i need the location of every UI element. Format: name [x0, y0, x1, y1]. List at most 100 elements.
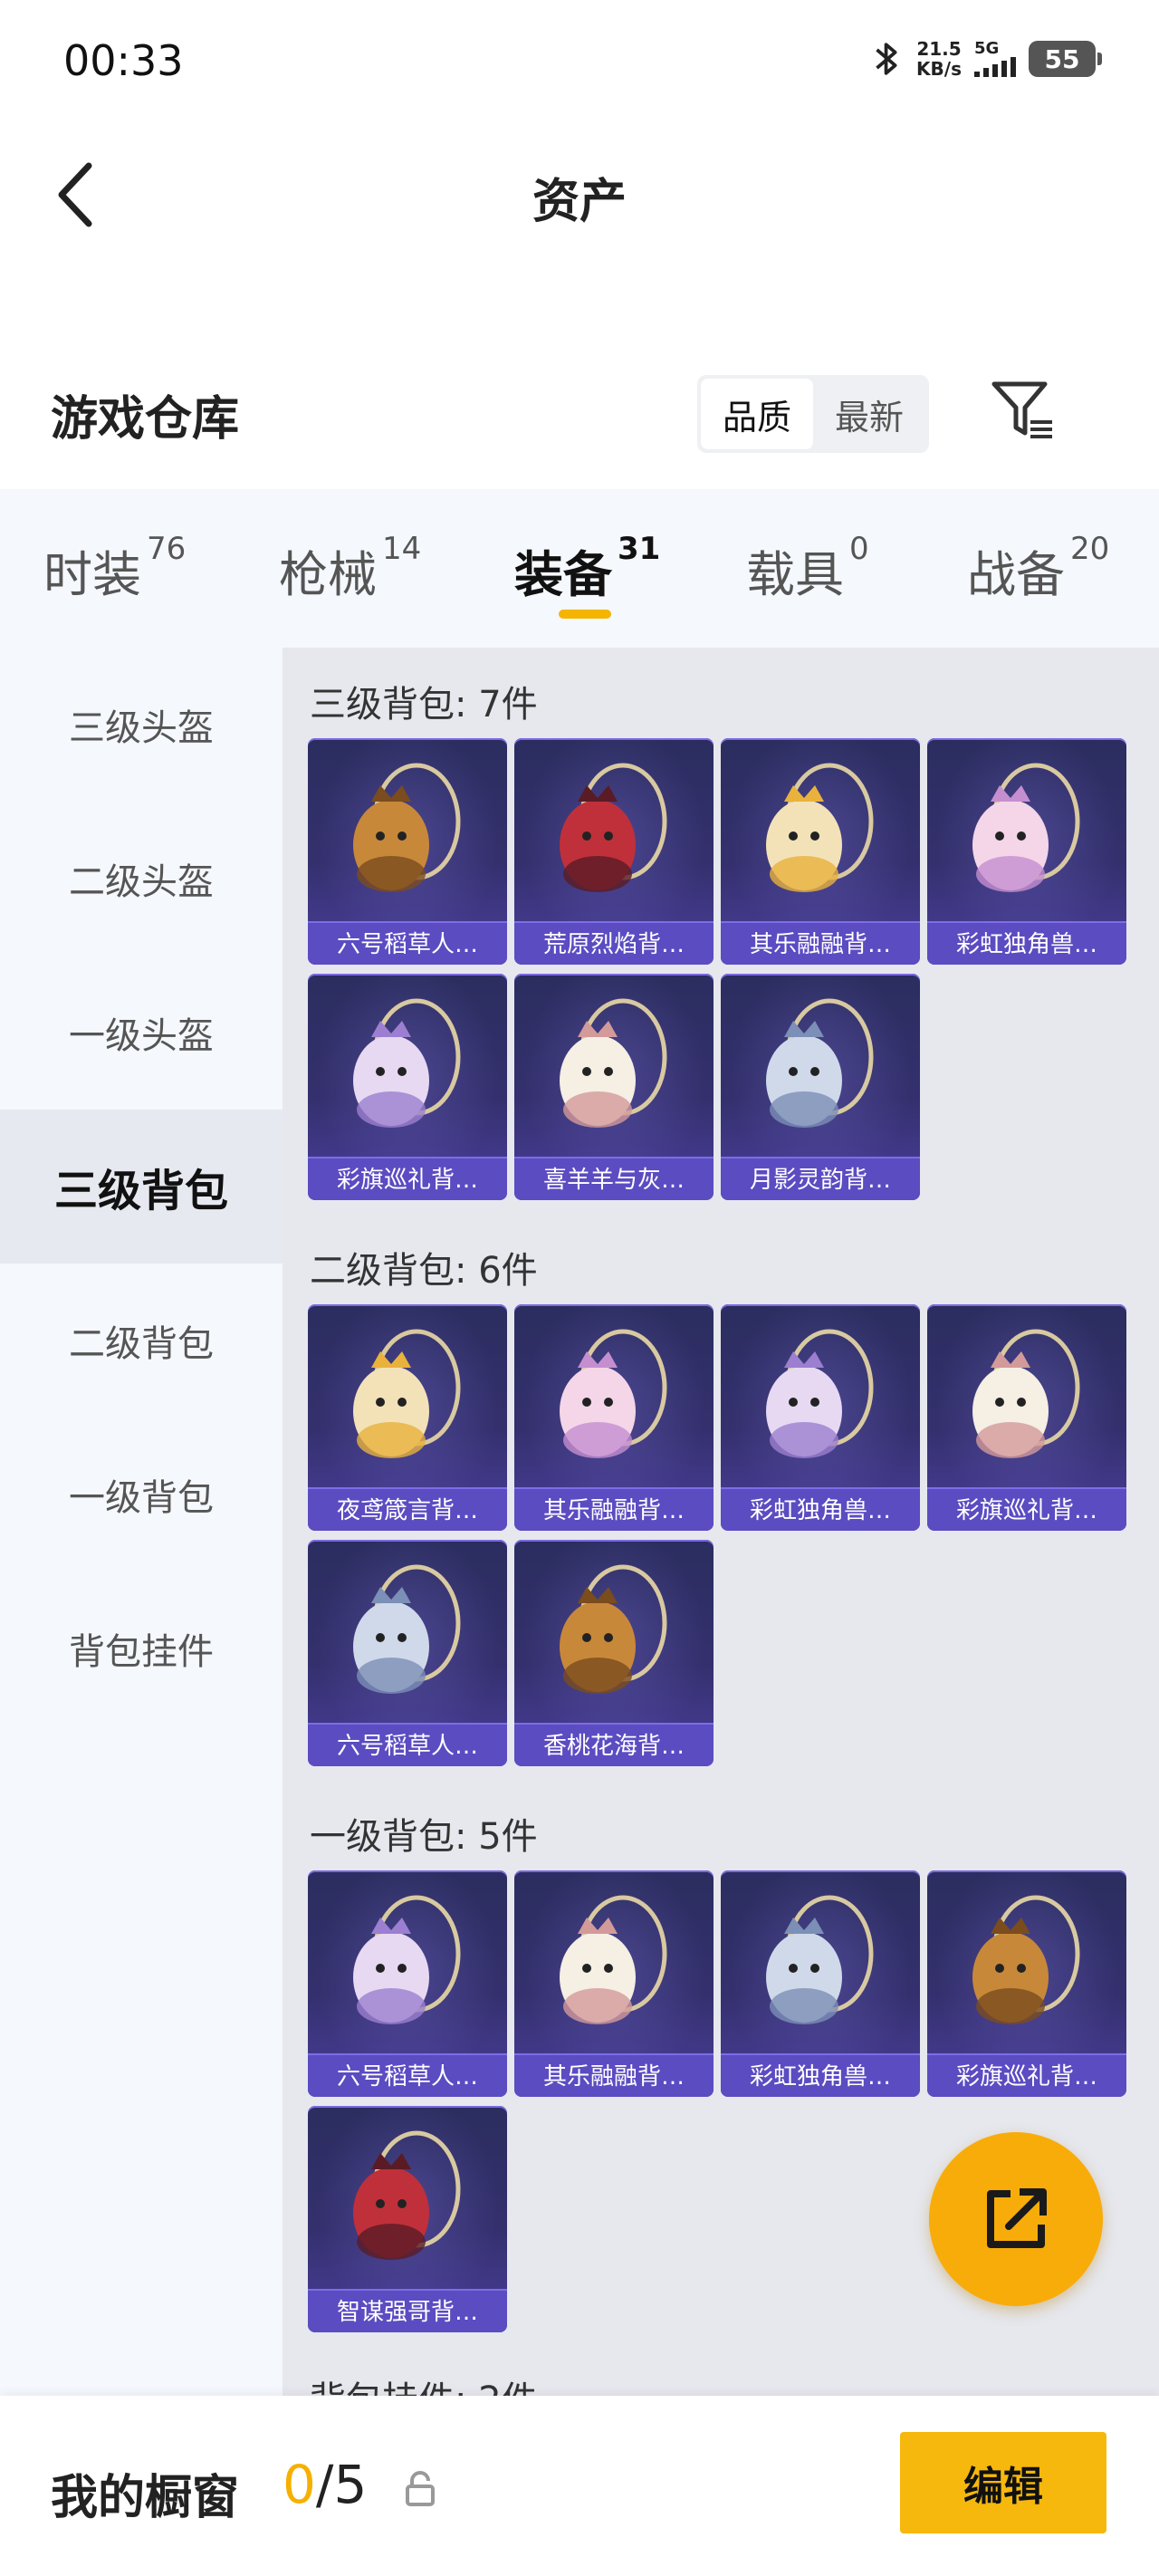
- backpack-icon: [353, 763, 461, 892]
- sidebar-item-helmet-2[interactable]: 二级头盔: [0, 802, 283, 956]
- tab-label: 枪械: [279, 546, 377, 603]
- filter-button[interactable]: [987, 373, 1059, 446]
- backpack-icon: [353, 998, 461, 1128]
- tab-weapons[interactable]: 枪械 14: [279, 531, 421, 606]
- filter-icon: [991, 381, 1052, 438]
- sidebar-item-helmet-3[interactable]: 三级头盔: [0, 648, 283, 802]
- sidebar-item-backpack-3[interactable]: 三级背包: [0, 1110, 283, 1264]
- share-fab-button[interactable]: [929, 2132, 1103, 2306]
- chevron-left-icon: [58, 162, 92, 227]
- backpack-icon: [766, 1895, 874, 2024]
- sort-toggle: 品质 最新: [697, 375, 929, 453]
- net-speed: 21.5 KB/s: [916, 39, 962, 79]
- item-name: 荒原烈焰背…: [514, 921, 714, 965]
- page-title: 资产: [532, 175, 627, 229]
- warehouse-title: 游戏仓库: [51, 392, 240, 447]
- item-card[interactable]: 彩虹独角兽…: [927, 738, 1126, 965]
- item-name: 喜羊羊与灰…: [514, 1157, 714, 1200]
- net-speed-value: 21.5: [916, 38, 962, 60]
- backpack-icon: [353, 1329, 461, 1458]
- item-card[interactable]: 彩旗巡礼背…: [308, 974, 507, 1200]
- sidebar-item-backpack-1[interactable]: 一级背包: [0, 1418, 283, 1572]
- tab-label: 战备: [967, 546, 1065, 603]
- item-name: 彩旗巡礼背…: [308, 1157, 507, 1200]
- section-title: 一级背包: 5件: [310, 1816, 538, 1858]
- backpack-icon: [766, 1329, 874, 1458]
- item-name: 彩虹独角兽…: [721, 1487, 920, 1531]
- tab-count: 20: [1070, 531, 1110, 567]
- item-card[interactable]: 彩虹独角兽…: [721, 1304, 920, 1531]
- backpack-icon: [972, 763, 1080, 892]
- section-title: 二级背包: 6件: [310, 1250, 538, 1292]
- tab-count: 31: [618, 531, 661, 567]
- item-name: 彩虹独角兽…: [927, 921, 1126, 965]
- edit-button[interactable]: 编辑: [900, 2432, 1106, 2533]
- item-name: 其乐融融背…: [721, 921, 920, 965]
- battery-icon: 55: [1029, 41, 1102, 77]
- item-name: 彩旗巡礼背…: [927, 1487, 1126, 1531]
- active-tab-indicator: [559, 610, 611, 619]
- item-card[interactable]: 夜鸢箴言背…: [308, 1304, 507, 1531]
- item-card[interactable]: 荒原烈焰背…: [514, 738, 714, 965]
- item-card[interactable]: 其乐融融背…: [514, 1870, 714, 2097]
- item-card[interactable]: 彩虹独角兽…: [721, 1870, 920, 2097]
- backpack-icon: [353, 1564, 461, 1694]
- backpack-icon: [766, 763, 874, 892]
- showcase-count: 0/5: [283, 2454, 367, 2515]
- showcase-bar: 我的橱窗 0/5 编辑: [0, 2396, 1159, 2576]
- backpack-icon: [766, 998, 874, 1128]
- tab-equipment[interactable]: 装备 31: [514, 531, 661, 606]
- category-tabs: 时装 76 枪械 14 装备 31 载具 0 战备 20: [0, 489, 1159, 648]
- warehouse-header: 游戏仓库 品质 最新: [0, 353, 1159, 480]
- lock-icon: [406, 2471, 435, 2506]
- backpack-icon: [560, 1895, 667, 2024]
- sort-option-quality[interactable]: 品质: [701, 379, 813, 449]
- backpack-icon: [972, 1895, 1080, 2024]
- showcase-max: 5: [333, 2454, 368, 2515]
- sidebar-item-backpack-2[interactable]: 二级背包: [0, 1264, 283, 1418]
- sidebar-item-helmet-1[interactable]: 一级头盔: [0, 956, 283, 1110]
- nav-bar: 资产: [0, 127, 1159, 263]
- sidebar: 三级头盔 二级头盔 一级头盔 三级背包 二级背包 一级背包 背包挂件: [0, 648, 283, 2396]
- item-name: 彩虹独角兽…: [721, 2053, 920, 2097]
- item-card[interactable]: 香桃花海背…: [514, 1540, 714, 1766]
- item-name: 夜鸢箴言背…: [308, 1487, 507, 1531]
- item-card[interactable]: 六号稻草人…: [308, 738, 507, 965]
- item-card[interactable]: 彩旗巡礼背…: [927, 1870, 1126, 2097]
- status-icons: 21.5 KB/s 5G 55: [871, 38, 1102, 80]
- signal-icon: 5G: [974, 41, 1016, 77]
- tab-supplies[interactable]: 战备 20: [967, 531, 1110, 606]
- showcase-title: 我的橱窗: [51, 2471, 240, 2525]
- item-card[interactable]: 彩旗巡礼背…: [927, 1304, 1126, 1531]
- item-name: 香桃花海背…: [514, 1723, 714, 1766]
- item-card[interactable]: 六号稻草人…: [308, 1540, 507, 1766]
- item-card[interactable]: 智谋强哥背…: [308, 2106, 507, 2332]
- tab-vehicles[interactable]: 载具 0: [746, 531, 869, 606]
- backpack-icon: [560, 998, 667, 1128]
- item-name: 彩旗巡礼背…: [927, 2053, 1126, 2097]
- item-name: 其乐融融背…: [514, 2053, 714, 2097]
- item-card[interactable]: 其乐融融背…: [514, 1304, 714, 1531]
- tab-label: 装备: [514, 546, 612, 603]
- section-title: 三级背包: 7件: [310, 684, 538, 726]
- section-title: 背包挂件: 2件: [310, 2370, 538, 2396]
- showcase-separator: /: [315, 2454, 334, 2515]
- status-bar: 00:33 21.5 KB/s 5G 55: [0, 0, 1159, 127]
- tab-label: 时装: [43, 546, 141, 603]
- sort-option-newest[interactable]: 最新: [813, 379, 925, 449]
- backpack-icon: [972, 1329, 1080, 1458]
- sidebar-item-backpack-charm[interactable]: 背包挂件: [0, 1572, 283, 1725]
- tab-count: 76: [147, 531, 187, 567]
- export-icon: [987, 2188, 1047, 2248]
- tab-fashion[interactable]: 时装 76: [43, 531, 187, 606]
- item-name: 六号稻草人…: [308, 1723, 507, 1766]
- net-speed-unit: KB/s: [916, 58, 962, 80]
- item-card[interactable]: 月影灵韵背…: [721, 974, 920, 1200]
- item-name: 其乐融融背…: [514, 1487, 714, 1531]
- backpack-icon: [353, 1895, 461, 2024]
- item-card[interactable]: 喜羊羊与灰…: [514, 974, 714, 1200]
- back-button[interactable]: [43, 154, 107, 235]
- item-card[interactable]: 其乐融融背…: [721, 738, 920, 965]
- item-name: 月影灵韵背…: [721, 1157, 920, 1200]
- item-card[interactable]: 六号稻草人…: [308, 1870, 507, 2097]
